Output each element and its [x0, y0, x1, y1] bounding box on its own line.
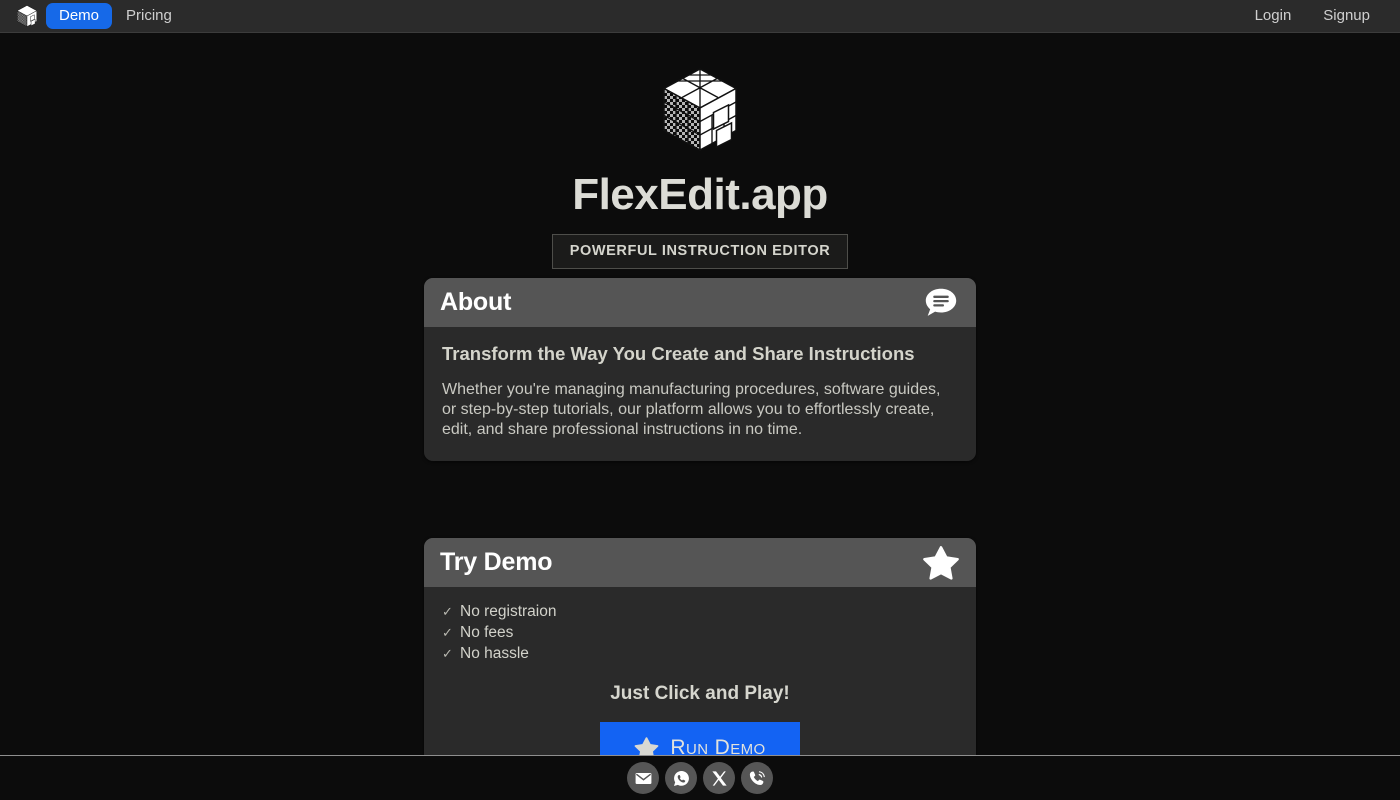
- whatsapp-glyph: [673, 770, 689, 786]
- email-glyph: [635, 772, 651, 784]
- demo-card-header: Try Demo: [424, 538, 976, 587]
- check-icon: ✓: [442, 646, 453, 661]
- footer-bar: [0, 755, 1400, 800]
- navbar-right-group: Login Signup: [1239, 3, 1386, 29]
- phone-glyph: [749, 770, 765, 785]
- about-card-title: About: [440, 288, 512, 316]
- cube-logo-icon[interactable]: [14, 3, 40, 29]
- feature-label: No hassle: [460, 645, 529, 662]
- feature-label: No registraion: [460, 603, 557, 620]
- whatsapp-icon[interactable]: [665, 762, 697, 794]
- hero-section: FlexEdit.app POWERFUL INSTRUCTION EDITOR: [0, 33, 1400, 269]
- login-link[interactable]: Login: [1239, 3, 1308, 29]
- star-icon: [923, 545, 959, 580]
- demo-card-body: ✓ No registraion ✓ No fees ✓ No hassle J…: [424, 587, 976, 774]
- about-card-body: Transform the Way You Create and Share I…: [424, 327, 976, 461]
- list-item: ✓ No registraion: [442, 601, 958, 622]
- top-navbar: Demo Pricing Login Signup: [0, 0, 1400, 33]
- list-item: ✓ No hassle: [442, 643, 958, 664]
- about-body-text: Whether you're managing manufacturing pr…: [442, 380, 941, 439]
- about-card-header: About: [424, 278, 976, 327]
- x-twitter-icon[interactable]: [703, 762, 735, 794]
- nav-item-pricing[interactable]: Pricing: [112, 3, 186, 29]
- cube-logo-icon: [662, 68, 738, 152]
- check-icon: ✓: [442, 625, 453, 640]
- demo-card-title: Try Demo: [440, 548, 553, 576]
- phone-icon[interactable]: [741, 762, 773, 794]
- nav-item-demo[interactable]: Demo: [46, 3, 113, 29]
- page-title: FlexEdit.app: [572, 170, 828, 219]
- list-item: ✓ No fees: [442, 622, 958, 643]
- chat-bubble-icon: [925, 288, 957, 316]
- tagline-badge: POWERFUL INSTRUCTION EDITOR: [551, 234, 849, 269]
- check-icon: ✓: [442, 604, 453, 619]
- about-heading: Transform the Way You Create and Share I…: [442, 343, 915, 364]
- feature-label: No fees: [460, 624, 514, 641]
- about-card: About Transform the Way You Create and S…: [424, 278, 976, 461]
- navbar-left-group: Demo Pricing: [14, 3, 186, 29]
- feature-list: ✓ No registraion ✓ No fees ✓ No hassle: [442, 601, 958, 664]
- demo-cta-text: Just Click and Play!: [610, 683, 790, 704]
- email-icon[interactable]: [627, 762, 659, 794]
- try-demo-card: Try Demo ✓ No registraion ✓ No fees ✓ No…: [424, 538, 976, 774]
- signup-link[interactable]: Signup: [1307, 3, 1386, 29]
- x-glyph: [711, 770, 727, 786]
